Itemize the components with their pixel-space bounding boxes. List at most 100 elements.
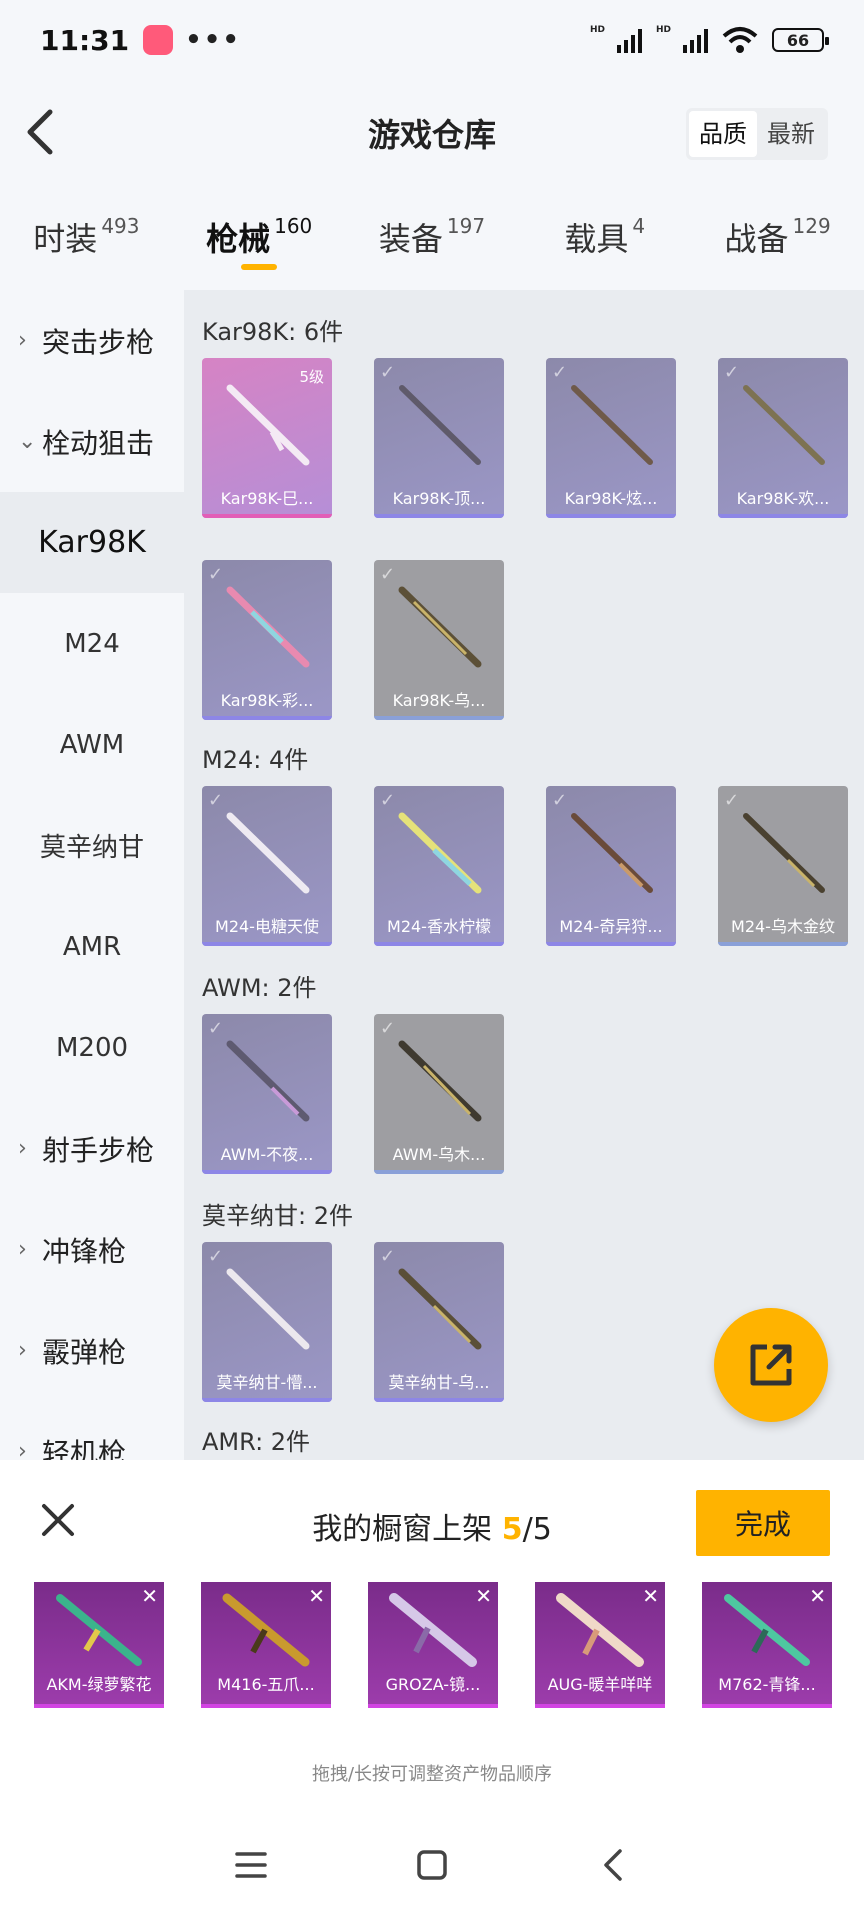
sidebar-item-shotguns[interactable]: › 霰弹枪 — [0, 1300, 184, 1401]
rifle-icon — [743, 385, 825, 465]
rifle-icon — [743, 813, 825, 893]
rarity-bar — [202, 1398, 332, 1402]
rarity-bar — [546, 942, 676, 946]
sort-newest-button[interactable]: 最新 — [757, 111, 825, 157]
weapon-card[interactable]: ✓ M24-电糖天使 — [202, 786, 332, 946]
weapon-name: AWM-乌木... — [392, 1145, 486, 1164]
weapon-card[interactable]: 5级 Kar98K-巳... — [202, 358, 332, 518]
signal-icon — [683, 27, 708, 53]
rifle-icon — [571, 813, 653, 893]
showcase-item[interactable]: ✕ AKM-绿萝繁花 — [34, 1582, 164, 1708]
tab-fashion[interactable]: 时装 493 — [0, 200, 173, 290]
weapon-name: Kar98K-炫... — [564, 489, 658, 508]
rarity-bar — [374, 1398, 504, 1402]
tab-supplies[interactable]: 战备 129 — [691, 200, 864, 290]
showcase-item[interactable]: ✕ M416-五爪... — [201, 1582, 331, 1708]
showcase-item-name: M762-青锋... — [718, 1675, 816, 1694]
rifle-icon — [226, 1040, 310, 1122]
sidebar-item-mosin[interactable]: 莫辛纳甘 — [0, 795, 184, 896]
showcase-item[interactable]: ✕ M762-青锋... — [702, 1582, 832, 1708]
nav-back-button[interactable] — [583, 1835, 643, 1895]
section-title-kar98k: Kar98K: 6件 — [202, 318, 344, 346]
remove-icon[interactable]: ✕ — [642, 1584, 659, 1608]
chevron-right-icon: › — [18, 1338, 27, 1363]
share-button[interactable] — [714, 1308, 828, 1422]
rarity-bar — [546, 514, 676, 518]
level-badge: 5级 — [299, 368, 324, 386]
chevron-right-icon: › — [18, 328, 27, 353]
weapon-name: M24-香水柠檬 — [387, 917, 491, 936]
weapon-card[interactable]: ✓ Kar98K-彩... — [202, 560, 332, 720]
menu-button[interactable] — [221, 1835, 281, 1895]
weapon-card[interactable]: ✓ Kar98K-欢... — [718, 358, 848, 518]
rifle-icon — [398, 586, 482, 668]
more-notifications-icon: ••• — [185, 25, 241, 55]
weapon-card[interactable]: ✓ M24-奇异狩... — [546, 786, 676, 946]
weapon-card[interactable]: ✓ Kar98K-乌... — [374, 560, 504, 720]
sidebar-item-bolt-snipers[interactable]: ⌄ 栓动狙击 — [0, 391, 184, 492]
weapon-name: Kar98K-顶... — [392, 489, 486, 508]
showcase-item-name: GROZA-镜... — [385, 1675, 481, 1694]
rifle-icon — [226, 812, 310, 894]
weapon-card[interactable]: ✓ M24-香水柠檬 — [374, 786, 504, 946]
weapon-name: Kar98K-巳... — [220, 489, 314, 508]
weapon-name: Kar98K-乌... — [392, 691, 486, 710]
sidebar-item-kar98k[interactable]: Kar98K — [0, 492, 184, 593]
sidebar-item-m24[interactable]: M24 — [0, 593, 184, 694]
rarity-bar — [718, 942, 848, 946]
showcase-list: ✕ AKM-绿萝繁花 ✕ M416-五爪... ✕ GROZA-镜... ✕ A… — [34, 1582, 844, 1708]
showcase-item-name: AKM-绿萝繁花 — [46, 1675, 152, 1694]
category-tabs: 时装 493 枪械 160 装备 197 载具 4 战备 129 — [0, 200, 864, 290]
showcase-item-name: AUG-暖羊咩咩 — [547, 1675, 653, 1694]
rifle-icon — [226, 1268, 310, 1350]
sidebar-item-lmg[interactable]: › 轻机枪 — [0, 1401, 184, 1461]
sort-quality-button[interactable]: 品质 — [689, 111, 757, 157]
tab-vehicles[interactable]: 载具 4 — [518, 200, 691, 290]
rifle-icon — [398, 1268, 482, 1350]
weapon-card[interactable]: ✓ Kar98K-炫... — [546, 358, 676, 518]
weapon-name: M24-奇异狩... — [559, 917, 663, 936]
status-bar: 11:31 ••• HD HD 66 — [0, 0, 864, 80]
remove-icon[interactable]: ✕ — [308, 1584, 325, 1608]
rifle-icon — [399, 385, 481, 465]
section-title-amr: AMR: 2件 — [202, 1428, 311, 1456]
page-header: 游戏仓库 品质 最新 — [0, 88, 864, 178]
section-title-mosin: 莫辛纳甘: 2件 — [202, 1202, 353, 1230]
rarity-bar — [202, 1170, 332, 1174]
rarity-bar — [202, 514, 332, 518]
home-button[interactable] — [402, 1835, 462, 1895]
weapon-card[interactable]: ✓ 莫辛纳甘-懵... — [202, 1242, 332, 1402]
remove-icon[interactable]: ✕ — [809, 1584, 826, 1608]
tab-firearms[interactable]: 枪械 160 — [173, 200, 346, 290]
menu-icon — [234, 1852, 267, 1878]
sidebar-item-amr[interactable]: AMR — [0, 896, 184, 997]
showcase-current-count: 5 — [501, 1512, 523, 1547]
weapon-card[interactable]: ✓ Kar98K-顶... — [374, 358, 504, 518]
showcase-item-name: M416-五爪... — [217, 1675, 315, 1694]
weapon-card[interactable]: ✓ AWM-不夜... — [202, 1014, 332, 1174]
done-button[interactable]: 完成 — [696, 1490, 830, 1556]
weapon-card[interactable]: ✓ 莫辛纳甘-乌... — [374, 1242, 504, 1402]
rarity-bar — [374, 942, 504, 946]
sidebar-item-m200[interactable]: M200 — [0, 997, 184, 1098]
weapon-name: Kar98K-欢... — [736, 489, 830, 508]
tab-equipment[interactable]: 装备 197 — [346, 200, 519, 290]
section-title-awm: AWM: 2件 — [202, 974, 317, 1002]
weapon-type-sidebar: › 突击步枪 ⌄ 栓动狙击 Kar98K M24 AWM 莫辛纳甘 AMR M200… — [0, 290, 184, 1460]
rarity-bar — [374, 1170, 504, 1174]
home-icon — [417, 1850, 447, 1880]
weapon-card[interactable]: ✓ M24-乌木金纹 — [718, 786, 848, 946]
sidebar-item-awm[interactable]: AWM — [0, 694, 184, 795]
sidebar-item-smg[interactable]: › 冲锋枪 — [0, 1199, 184, 1300]
sidebar-item-marksman-rifles[interactable]: › 射手步枪 — [0, 1098, 184, 1199]
remove-icon[interactable]: ✕ — [141, 1584, 158, 1608]
weapon-card[interactable]: ✓ AWM-乌木... — [374, 1014, 504, 1174]
remove-icon[interactable]: ✕ — [475, 1584, 492, 1608]
section-title-m24: M24: 4件 — [202, 746, 309, 774]
showcase-item[interactable]: ✕ AUG-暖羊咩咩 — [535, 1582, 665, 1708]
sidebar-item-assault-rifles[interactable]: › 突击步枪 — [0, 290, 184, 391]
status-indicators: HD HD 66 — [590, 25, 829, 54]
rifle-icon — [398, 812, 482, 894]
rarity-bar — [374, 716, 504, 720]
showcase-item[interactable]: ✕ GROZA-镜... — [368, 1582, 498, 1708]
